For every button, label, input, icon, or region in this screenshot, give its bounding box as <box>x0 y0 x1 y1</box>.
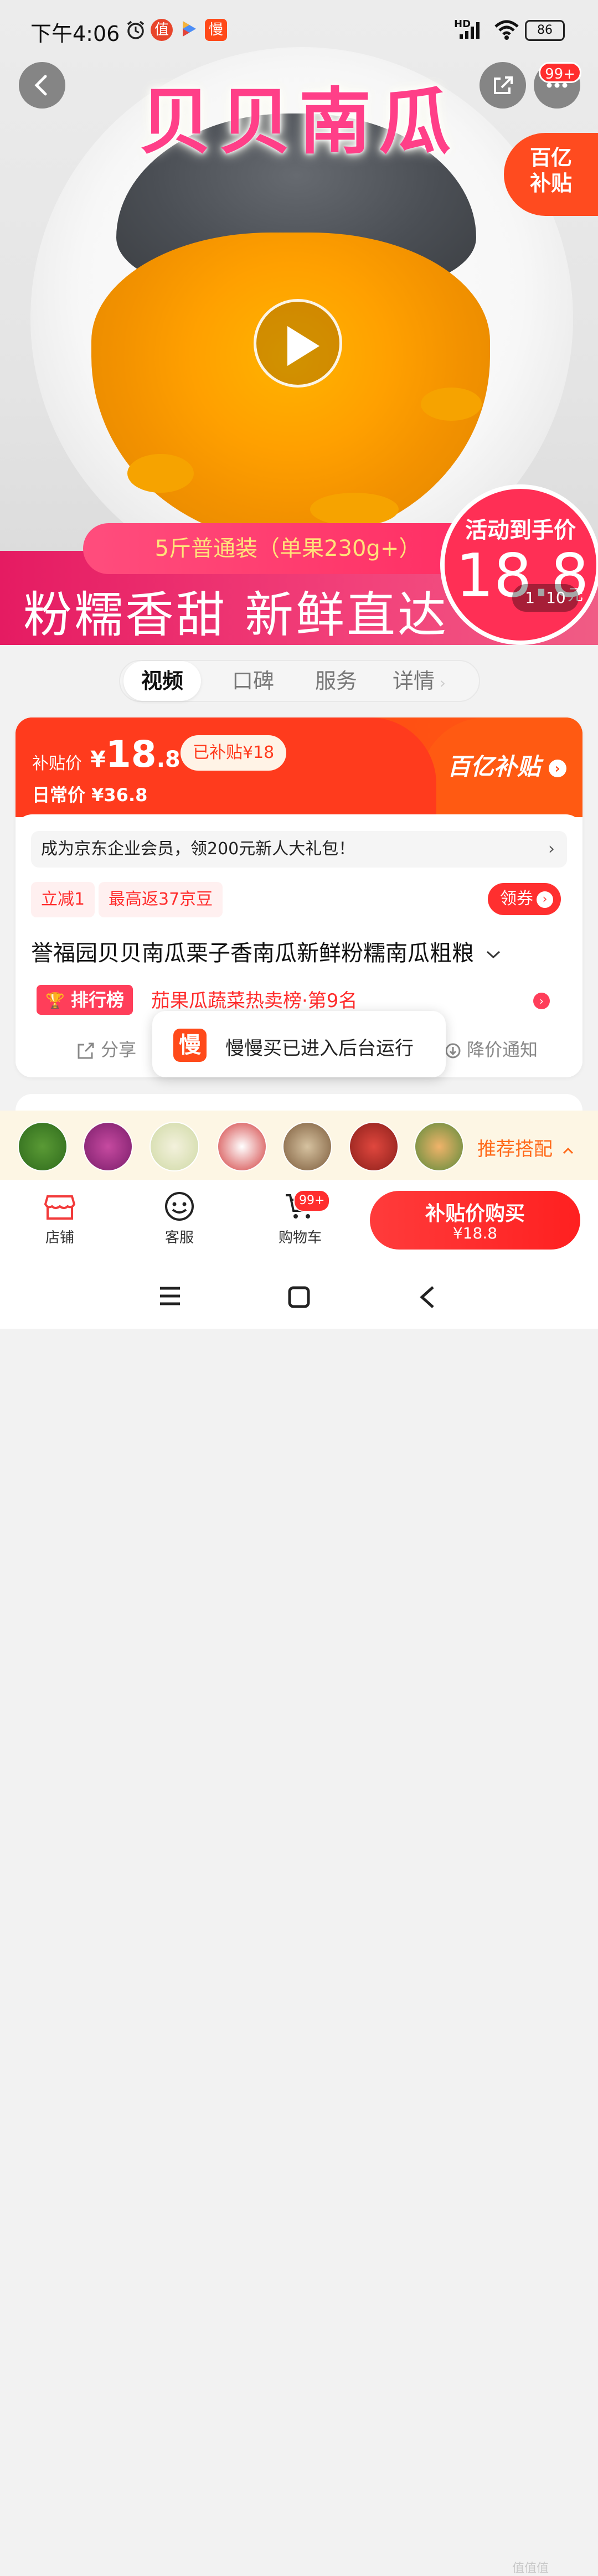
manmanmai-app-icon: 慢 <box>173 1029 207 1062</box>
status-time: 下午4:06 <box>30 22 120 46</box>
chevron-right-icon: › <box>548 839 555 859</box>
play-video-button[interactable] <box>254 299 342 388</box>
cart-count-badge: 99+ <box>293 1190 331 1212</box>
discount-tag: 立减1 <box>31 882 95 917</box>
currency-symbol: ¥ <box>90 747 106 772</box>
share-label: 分享 <box>101 1039 137 1060</box>
recommend-toggle[interactable]: 推荐搭配 <box>477 1134 574 1161</box>
battery-indicator: 86 <box>525 20 565 41</box>
tab-service[interactable]: 服务 <box>297 661 375 701</box>
share-top-button[interactable] <box>480 62 526 109</box>
price-alert-button[interactable]: 降价通知 <box>445 1036 538 1061</box>
share-button[interactable]: 分享 <box>76 1036 136 1061</box>
price-integer: 18 <box>105 733 157 776</box>
alarm-icon <box>125 19 147 41</box>
promo-price-label: 活动到手价 <box>465 518 576 543</box>
manmanmai-icon: 慢 <box>205 19 227 41</box>
image-counter: 1 10 <box>512 584 579 612</box>
get-coupon-button[interactable]: 领券 › <box>488 883 561 915</box>
recommended-item-thumbnail[interactable] <box>414 1122 464 1171</box>
product-title-text: 誉福园贝贝南瓜栗子香南瓜新鲜粉糯南瓜粗粮 <box>31 941 474 966</box>
chevron-right-icon[interactable]: › <box>533 993 550 1009</box>
app-notification-icon: 值 <box>151 19 173 41</box>
spec-label: 5斤普通装（单果230g+） <box>83 523 493 574</box>
recommended-item-thumbnail[interactable] <box>83 1122 133 1171</box>
member-promo-banner[interactable]: 成为京东企业会员，领200元新人大礼包！ › <box>31 831 567 868</box>
customer-service-label: 客服 <box>164 1230 194 1246</box>
product-title[interactable]: 誉福园贝贝南瓜栗子香南瓜新鲜粉糯南瓜粗粮 <box>31 935 501 967</box>
price-decimal: .8 <box>156 747 181 772</box>
signal-icon: HD <box>454 19 487 41</box>
video-app-icon <box>177 19 199 41</box>
buy-now-button[interactable]: 补贴价购买 ¥18.8 <box>370 1191 580 1250</box>
jingdou-tag: 最高返37京豆 <box>99 882 223 917</box>
subsidy-price-header: 补贴价 ¥18.8 已补贴¥18 日常价 ¥36.8 百亿补贴 › <box>16 717 582 817</box>
wifi-icon <box>493 19 520 41</box>
subsidy-price-label: 补贴价 <box>32 754 82 773</box>
background-running-toast: 慢 慢慢买已进入后台运行 <box>152 1011 446 1077</box>
share-icon <box>494 76 513 94</box>
shop-button[interactable]: 店铺 <box>27 1191 93 1247</box>
tab-reviews[interactable]: 口碑 <box>214 661 292 701</box>
recommended-item-thumbnail[interactable] <box>349 1122 399 1171</box>
recommend-label: 推荐搭配 <box>477 1138 553 1160</box>
customer-service-button[interactable]: 客服 <box>146 1191 213 1247</box>
chevron-right-icon: › <box>434 674 446 692</box>
tab-video[interactable]: 视频 <box>123 661 201 701</box>
shop-icon <box>44 1195 76 1220</box>
toast-message: 慢慢买已进入后台运行 <box>225 1037 414 1060</box>
tab-details-label: 详情 <box>392 669 435 693</box>
chevron-down-icon <box>486 951 500 959</box>
shop-label: 店铺 <box>45 1230 74 1246</box>
billion-subsidy-badge: 百亿 补贴 <box>504 133 598 216</box>
share-icon <box>78 1042 94 1059</box>
back-button[interactable] <box>19 62 65 109</box>
back-icon[interactable] <box>416 1285 439 1309</box>
recommended-item-thumbnail[interactable] <box>150 1122 199 1171</box>
section-tabs: 视频 口碑 服务 详情 › <box>119 660 480 702</box>
subsidy-price: ¥18.8 <box>90 733 181 776</box>
price-alert-label: 降价通知 <box>467 1039 538 1060</box>
subsidy-amount-tag: 已补贴¥18 <box>181 735 287 771</box>
price-drop-icon <box>445 1043 461 1059</box>
slogan: 粉糯香甜 新鲜直达 <box>23 586 448 643</box>
billion-subsidy-link[interactable]: 百亿补贴 › <box>447 748 566 782</box>
chevron-right-icon: › <box>537 891 553 908</box>
ranking-badge[interactable]: 🏆 排行榜 <box>37 985 133 1015</box>
buy-button-price: ¥18.8 <box>452 1224 498 1242</box>
coupon-label: 领券 <box>500 889 533 908</box>
recommended-item-thumbnail[interactable] <box>217 1122 267 1171</box>
pumpkin-crumb <box>310 493 399 526</box>
recommended-bundle-strip: 推荐搭配 <box>0 1111 598 1180</box>
image-total: 10 <box>546 588 566 607</box>
buy-button-label: 补贴价购买 <box>425 1202 525 1225</box>
billion-subsidy-label: 百亿补贴 <box>447 753 541 780</box>
member-promo-text: 成为京东企业会员，领200元新人大礼包！ <box>41 839 355 859</box>
system-navigation-bar: 值值值 <box>0 1263 598 2575</box>
tab-details[interactable]: 详情 › <box>380 661 458 701</box>
pumpkin-crumb <box>127 454 194 493</box>
daily-price: 日常价 ¥36.8 <box>32 784 148 806</box>
trophy-icon: 🏆 <box>45 992 65 1010</box>
menu-icon[interactable] <box>158 1285 182 1307</box>
cart-label: 购物车 <box>278 1230 322 1246</box>
status-bar: 下午4:06 值 慢 HD 86 <box>0 0 598 61</box>
recommended-item-thumbnail[interactable] <box>18 1122 68 1171</box>
pumpkin-crumb <box>421 388 482 421</box>
bottom-action-bar: 店铺 客服 购物车 99+ 补贴价购买 ¥18.8 <box>0 1180 598 1263</box>
image-index: 1 <box>525 588 535 607</box>
promo-price-badge: 活动到手价 18.8 元 <box>440 484 598 645</box>
back-arrow-icon <box>34 75 47 96</box>
ranking-badge-label: 排行榜 <box>71 989 125 1010</box>
customer-service-icon <box>165 1192 194 1221</box>
home-icon[interactable] <box>287 1285 311 1309</box>
play-icon <box>287 326 319 366</box>
chevron-right-icon: › <box>548 759 566 777</box>
recommended-item-thumbnail[interactable] <box>282 1122 332 1171</box>
chevron-up-icon <box>563 1147 573 1154</box>
watermark: 值值值 <box>512 2562 549 2575</box>
more-badge: 99+ <box>539 62 581 83</box>
